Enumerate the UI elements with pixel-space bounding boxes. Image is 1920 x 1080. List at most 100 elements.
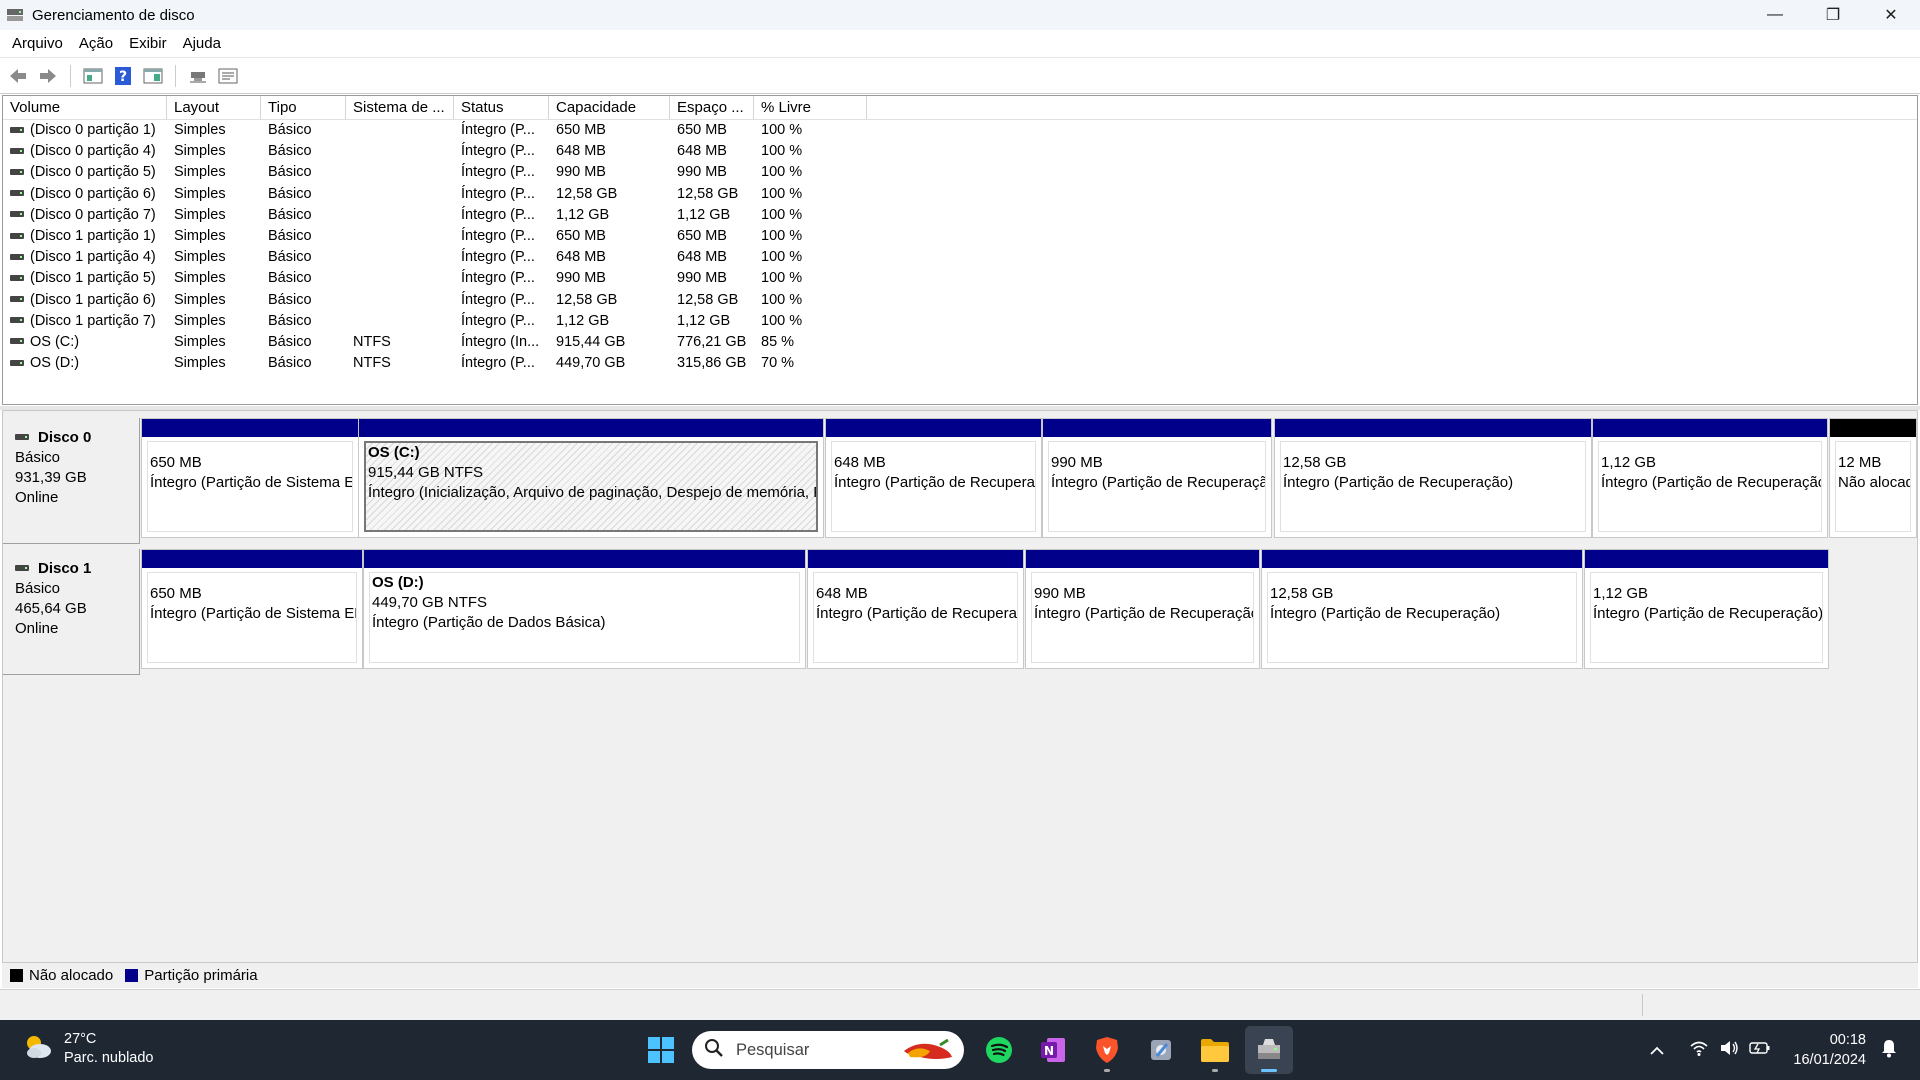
spotify-icon[interactable] — [975, 1026, 1023, 1074]
volume-list-header: Volume Layout Tipo Sistema de ... Status… — [3, 96, 1917, 120]
properties-icon[interactable] — [81, 64, 105, 88]
brave-icon[interactable] — [1083, 1026, 1131, 1074]
minimize-button[interactable]: — — [1746, 0, 1804, 30]
partition-size: 648 MB — [834, 454, 886, 471]
volume-list-body: (Disco 0 partição 1) Simples Básico Íntegro… — [3, 120, 1917, 374]
partition-block[interactable]: 648 MB Íntegro (Partição de Recuperação) — [825, 418, 1042, 538]
cell-livre: 100 % — [761, 291, 803, 308]
column-header-capacidade[interactable]: Capacidade — [549, 96, 670, 119]
partition-block[interactable]: 12 MB Não alocado — [1829, 418, 1917, 538]
forward-arrow-icon[interactable] — [36, 64, 60, 88]
drive-icon — [10, 274, 24, 281]
menu-acao[interactable]: Ação — [71, 35, 121, 52]
legend-swatch-unallocated — [10, 969, 23, 982]
partition-details: 12 MB Não alocado — [1835, 441, 1911, 532]
restore-button[interactable]: ❐ — [1804, 0, 1862, 30]
partition-size: 650 MB — [150, 454, 202, 471]
battery-icon[interactable] — [1749, 1040, 1771, 1060]
menu-arquivo[interactable]: Arquivo — [4, 35, 71, 52]
cell-status: Íntegro (P... — [461, 122, 535, 138]
table-row[interactable]: (Disco 0 partição 5) Simples Básico Íntegro… — [3, 162, 1917, 183]
clock-time: 00:18 — [1829, 1032, 1866, 1048]
onenote-icon[interactable]: N — [1029, 1026, 1077, 1074]
volume-icon[interactable] — [1719, 1039, 1739, 1061]
cell-tipo: Básico — [268, 206, 312, 223]
chevron-up-icon[interactable] — [1649, 1042, 1665, 1059]
legend-unallocated-label: Não alocado — [29, 967, 114, 984]
help-icon[interactable]: ? — [111, 64, 135, 88]
taskbar-apps: Pesquisar N — [634, 1026, 1296, 1074]
drive-icon — [10, 253, 24, 260]
column-header-volume[interactable]: Volume — [3, 96, 167, 119]
partition-block[interactable]: 12,58 GB Íntegro (Partição de Recuperação… — [1274, 418, 1592, 538]
menu-ajuda[interactable]: Ajuda — [175, 35, 229, 52]
table-row[interactable]: (Disco 1 partição 4) Simples Básico Íntegro… — [3, 247, 1917, 268]
view-icon[interactable] — [141, 64, 165, 88]
table-row[interactable]: (Disco 0 partição 6) Simples Básico Íntegro… — [3, 184, 1917, 205]
cell-livre: 100 % — [761, 270, 803, 287]
disk-type: Básico — [15, 580, 61, 597]
drive-icon — [10, 211, 24, 218]
partition-type-bar — [1275, 419, 1591, 437]
disk-label-0[interactable]: Disco 0 Básico 931,39 GB Online — [3, 418, 140, 544]
partition-block[interactable]: 12,58 GB Íntegro (Partição de Recuperação… — [1261, 549, 1583, 669]
table-row[interactable]: (Disco 1 partição 6) Simples Básico Íntegro… — [3, 290, 1917, 311]
cell-layout: Simples — [174, 249, 226, 266]
partition-block[interactable]: 650 MB Íntegro (Partição de Sistema EFI) — [141, 549, 363, 669]
disk-status: Online — [15, 489, 59, 506]
column-header-layout[interactable]: Layout — [167, 96, 261, 119]
partition-status: Não alocado — [1838, 474, 1910, 491]
cell-capacidade: 12,58 GB — [556, 291, 618, 308]
table-row[interactable]: (Disco 0 partição 1) Simples Básico Íntegro… — [3, 120, 1917, 141]
column-header-espaco[interactable]: Espaço ... — [670, 96, 754, 119]
table-row[interactable]: (Disco 1 partição 1) Simples Básico Íntegro… — [3, 226, 1917, 247]
tool-icon[interactable] — [1137, 1026, 1185, 1074]
cell-espaco: 650 MB — [677, 122, 727, 138]
table-row[interactable]: (Disco 0 partição 7) Simples Básico Íntegro… — [3, 205, 1917, 226]
column-header-tipo[interactable]: Tipo — [261, 96, 346, 119]
column-header-sistema[interactable]: Sistema de ... — [346, 96, 454, 119]
cell-volume: (Disco 0 partição 5) — [3, 162, 167, 183]
settings-icon[interactable] — [216, 64, 240, 88]
disk-label-1[interactable]: Disco 1 Básico 465,64 GB Online — [3, 549, 140, 675]
column-header-livre[interactable]: % Livre — [754, 96, 867, 119]
partition-details: 990 MB Íntegro (Partição de Recuperação) — [1031, 572, 1254, 663]
partition-block[interactable]: 650 MB Íntegro (Partição de Sistema EFI) — [141, 418, 359, 538]
legend-primary-label: Partição primária — [144, 967, 258, 984]
close-button[interactable]: ✕ — [1862, 0, 1920, 30]
disk-management-icon[interactable] — [1245, 1026, 1293, 1074]
partition-block[interactable]: OS (C:) 915,44 GB NTFS Íntegro (Inicializa… — [358, 418, 824, 538]
table-row[interactable]: (Disco 0 partição 4) Simples Básico Íntegro… — [3, 141, 1917, 162]
table-row[interactable]: OS (C:) Simples Básico NTFS Íntegro (In... 91… — [3, 332, 1917, 353]
notification-bell-icon[interactable] — [1880, 1038, 1898, 1062]
weather-widget[interactable]: 27°C Parc. nublado — [22, 1030, 153, 1068]
file-explorer-icon[interactable] — [1191, 1026, 1239, 1074]
partition-block[interactable]: 648 MB Íntegro (Partição de Recuperação) — [807, 549, 1024, 669]
menu-exibir[interactable]: Exibir — [121, 35, 175, 52]
partition-block[interactable]: 990 MB Íntegro (Partição de Recuperação) — [1025, 549, 1260, 669]
partition-block[interactable]: 1,12 GB Íntegro (Partição de Recuperação) — [1592, 418, 1828, 538]
partition-block[interactable]: 1,12 GB Íntegro (Partição de Recuperação) — [1584, 549, 1829, 669]
cell-status: Íntegro (P... — [461, 355, 535, 372]
taskbar-clock[interactable]: 00:18 16/01/2024 — [1793, 1030, 1866, 1070]
partition-block[interactable]: OS (D:) 449,70 GB NTFS Íntegro (Partição d… — [363, 549, 806, 669]
partition-status: Íntegro (Partição de Recuperação) — [834, 474, 1035, 491]
windows-start-icon[interactable] — [637, 1026, 685, 1074]
cell-tipo: Básico — [268, 333, 312, 350]
back-arrow-icon[interactable] — [6, 64, 30, 88]
taskbar-search[interactable]: Pesquisar — [692, 1031, 964, 1069]
wifi-icon[interactable] — [1689, 1039, 1709, 1061]
drive-icon — [15, 565, 29, 571]
table-row[interactable]: OS (D:) Simples Básico NTFS Íntegro (P... 449… — [3, 353, 1917, 374]
cell-sistema — [346, 120, 454, 141]
chili-peppers-icon — [900, 1037, 956, 1067]
partition-block[interactable]: 990 MB Íntegro (Partição de Recuperação) — [1042, 418, 1272, 538]
volume-name: (Disco 0 partição 6) — [30, 185, 156, 202]
search-placeholder: Pesquisar — [736, 1040, 810, 1059]
table-row[interactable]: (Disco 1 partição 7) Simples Básico Íntegro… — [3, 311, 1917, 332]
cell-layout: Simples — [174, 143, 226, 160]
table-row[interactable]: (Disco 1 partição 5) Simples Básico Íntegro… — [3, 268, 1917, 289]
rescan-icon[interactable] — [186, 64, 210, 88]
column-header-status[interactable]: Status — [454, 96, 549, 119]
taskbar: 27°C Parc. nublado Pesquisar N 00:18 16/… — [0, 1020, 1920, 1080]
